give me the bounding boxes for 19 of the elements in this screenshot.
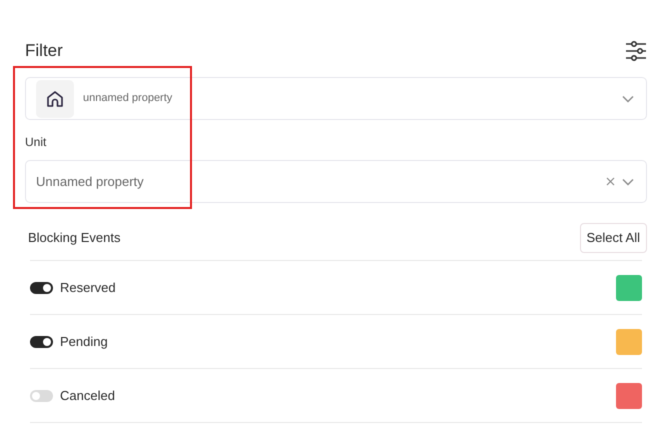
property-value: unnamed property: [83, 91, 174, 106]
unit-select[interactable]: Unnamed property: [25, 160, 647, 203]
select-all-button[interactable]: Select All: [580, 223, 647, 253]
filter-title: Filter: [25, 40, 63, 62]
chevron-down-icon: [622, 94, 634, 102]
section-title: Blocking Events: [28, 229, 120, 248]
toggle-switch[interactable]: [30, 336, 53, 348]
toggle-switch[interactable]: [30, 390, 53, 402]
unit-value: Unnamed property: [36, 172, 145, 191]
sliders-icon[interactable]: [625, 40, 647, 62]
toggle-switch[interactable]: [30, 282, 53, 294]
unit-label: Unit: [25, 134, 48, 151]
chevron-down-icon: [622, 178, 634, 186]
event-label: Reserved: [60, 278, 116, 297]
event-label: Canceled: [60, 386, 115, 405]
event-label: Pending: [60, 332, 108, 351]
house-icon: [45, 88, 65, 108]
property-select[interactable]: unnamed property: [25, 77, 647, 120]
clear-icon[interactable]: [606, 177, 615, 186]
